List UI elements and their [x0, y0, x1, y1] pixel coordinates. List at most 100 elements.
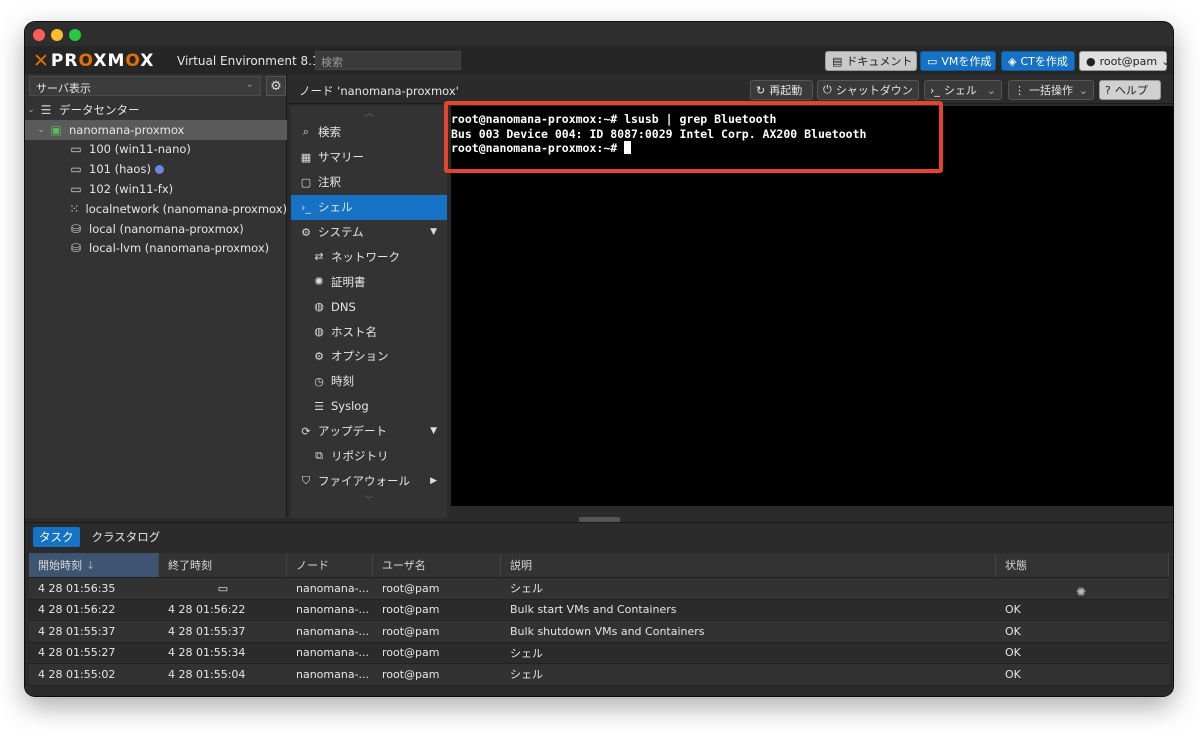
- col-user[interactable]: ユーザ名: [373, 553, 501, 577]
- create-ct-button[interactable]: ◈ CTを作成: [1001, 51, 1075, 71]
- nav-time[interactable]: ◷ 時刻: [291, 369, 447, 394]
- tree-item-vm-100[interactable]: ▭ 100 (win11-nano): [25, 140, 287, 160]
- nav-summary-label: サマリー: [318, 150, 364, 165]
- create-vm-button[interactable]: ▭ VMを作成: [920, 51, 996, 71]
- cell-user: root@pam: [382, 646, 440, 660]
- table-row[interactable]: 4 28 01:55:37 4 28 01:55:37 nanomana-...…: [29, 621, 1169, 643]
- top-header: ✕ PROXMOX Virtual Environment 8.1.4 検索 ▤…: [25, 46, 1173, 74]
- tab-tasks[interactable]: タスク: [33, 527, 80, 547]
- view-select[interactable]: サーバ表示 ⌄: [29, 76, 261, 96]
- nav-dns[interactable]: ◍ DNS: [291, 294, 447, 319]
- col-status[interactable]: 状態: [996, 553, 1169, 577]
- docs-button[interactable]: ▤ ドキュメント: [825, 51, 917, 71]
- close-window-button[interactable]: [33, 29, 45, 41]
- nav-hostname[interactable]: ◍ ホスト名: [291, 319, 447, 344]
- nav-search[interactable]: ⌕ 検索: [291, 120, 447, 145]
- cell-start: 4 28 01:56:35: [38, 581, 116, 595]
- restart-button[interactable]: ↻ 再起動: [750, 80, 813, 100]
- terminal-icon: ›_: [930, 83, 940, 97]
- table-row[interactable]: 4 28 01:55:27 4 28 01:55:34 nanomana-...…: [29, 642, 1169, 664]
- shutdown-button[interactable]: ⏻ シャットダウン: [817, 80, 919, 100]
- monitor-icon: ▭: [217, 581, 229, 595]
- nav-updates[interactable]: ⟳ アップデート ▼: [291, 419, 447, 444]
- tab-cluster-log[interactable]: クラスタログ: [86, 527, 167, 547]
- version-label: Virtual Environment 8.1.4: [177, 54, 331, 68]
- gears-icon: ⚙: [301, 225, 311, 239]
- col-node[interactable]: ノード: [287, 553, 373, 577]
- vm-100-label: 100 (win11-nano): [89, 142, 191, 157]
- tree-item-node[interactable]: ⌄ ▣ nanomana-proxmox: [25, 119, 287, 140]
- tree-item-datacenter[interactable]: ⌄ ☰ データセンター: [25, 100, 287, 120]
- tree-item-vm-101[interactable]: ▭ 101 (haos): [25, 159, 287, 179]
- col-start-label: 開始時刻: [38, 559, 82, 572]
- table-row[interactable]: 4 28 01:55:02 4 28 01:55:04 nanomana-...…: [29, 664, 1169, 686]
- globe-icon: ◍: [314, 325, 324, 339]
- caret-down-icon[interactable]: ▼: [430, 426, 437, 436]
- cell-user: root@pam: [382, 624, 440, 638]
- nav-updates-label: アップデート: [318, 424, 387, 439]
- cell-end: ▭: [159, 582, 287, 595]
- chevron-down-icon[interactable]: ⌄: [25, 105, 37, 115]
- proxmox-window: ✕ PROXMOX Virtual Environment 8.1.4 検索 ▤…: [25, 22, 1173, 696]
- nav-hostname-label: ホスト名: [331, 324, 377, 339]
- bottom-tabs: タスク クラスタログ: [33, 527, 166, 549]
- nav-system[interactable]: ⚙ システム ▼: [291, 220, 447, 245]
- node-nav-menu: ︿ ⌕ 検索 ▦ サマリー ▢ 注釈 ›_ シェル ⚙ システム ▼ ⇄ ネットワーク ✺ 証明…: [291, 106, 447, 518]
- cell-start: 4 28 01:55:27: [38, 646, 116, 660]
- nav-syslog[interactable]: ☰ Syslog: [291, 394, 447, 419]
- table-row[interactable]: 4 28 01:56:35 ▭ nanomana-... root@pam シェ…: [29, 578, 1169, 600]
- create-vm-label: VMを作成: [941, 55, 992, 68]
- nav-repositories[interactable]: ⧉ リポジトリ: [291, 444, 447, 469]
- nav-options[interactable]: ⚙ オプション: [291, 344, 447, 369]
- zoom-window-button[interactable]: [69, 29, 81, 41]
- tree-item-localnetwork[interactable]: ⁙ localnetwork (nanomana-proxmox): [25, 199, 287, 219]
- proxmox-logo: ✕ PROXMOX: [33, 50, 154, 72]
- shell-button[interactable]: ›_ シェル ⌄: [924, 80, 1002, 100]
- resource-tree: ⌄ ☰ データセンター ⌄ ▣ nanomana-proxmox ▭ 100 (…: [25, 100, 287, 258]
- table-row[interactable]: 4 28 01:56:22 4 28 01:56:22 nanomana-...…: [29, 599, 1169, 621]
- refresh-icon: ⟳: [301, 424, 311, 438]
- resource-tree-panel: サーバ表示 ⌄ ⚙ ⌄ ☰ データセンター ⌄ ▣ nanomana-proxm…: [25, 74, 287, 518]
- tree-item-local-storage[interactable]: ⛁ local (nanomana-proxmox): [25, 219, 287, 239]
- tree-item-vm-102[interactable]: ▭ 102 (win11-fx): [25, 179, 287, 199]
- minimize-window-button[interactable]: [51, 29, 63, 41]
- chevron-down-icon[interactable]: ﹀: [291, 493, 447, 507]
- search-icon: ⌕: [302, 125, 310, 139]
- search-input[interactable]: 検索: [315, 51, 461, 70]
- nav-notes[interactable]: ▢ 注釈: [291, 170, 447, 195]
- nav-shell[interactable]: ›_ シェル: [291, 194, 447, 220]
- tree-item-local-lvm[interactable]: ⛁ local-lvm (nanomana-proxmox): [25, 239, 287, 259]
- nav-system-label: システム: [318, 225, 364, 239]
- chevron-up-icon[interactable]: ︿: [291, 106, 447, 120]
- user-menu-button[interactable]: ● root@pam ⌄: [1079, 51, 1170, 71]
- caret-down-icon[interactable]: ▼: [430, 227, 437, 237]
- tree-settings-button[interactable]: ⚙: [266, 76, 286, 96]
- col-start-time[interactable]: 開始時刻 ↓: [29, 553, 159, 577]
- shutdown-label: シャットダウン: [835, 84, 913, 97]
- col-end-time[interactable]: 終了時刻: [159, 553, 287, 577]
- nav-certificates[interactable]: ✺ 証明書: [291, 269, 447, 294]
- user-label: root@pam: [1099, 54, 1158, 68]
- caret-right-icon[interactable]: ▶: [430, 476, 437, 486]
- shield-icon: ⛉: [301, 473, 311, 487]
- help-button[interactable]: ? ヘルプ: [1099, 80, 1161, 100]
- cell-user: root@pam: [382, 603, 440, 617]
- cell-node: nanomana-...: [296, 603, 370, 617]
- cell-node: nanomana-...: [296, 646, 370, 660]
- nav-summary[interactable]: ▦ サマリー: [291, 145, 447, 170]
- datacenter-label: データセンター: [59, 102, 140, 117]
- docs-label: ドキュメント: [846, 55, 913, 68]
- nav-firewall[interactable]: ⛉ ファイアウォール ▶: [291, 468, 447, 493]
- proxmox-x-icon: ✕: [33, 50, 49, 72]
- highlight-box: [444, 101, 943, 173]
- bulk-actions-button[interactable]: ⋮ 一括操作 ⌄: [1008, 80, 1094, 100]
- nav-search-label: 検索: [318, 125, 341, 140]
- restart-icon: ↻: [756, 83, 766, 97]
- chevron-down-icon[interactable]: ⌄: [35, 125, 47, 135]
- task-grid-header: 開始時刻 ↓ 終了時刻 ノード ユーザ名 説明 状態: [29, 553, 1169, 578]
- nav-network[interactable]: ⇄ ネットワーク: [291, 244, 447, 269]
- nav-time-label: 時刻: [331, 374, 354, 389]
- exchange-icon: ⇄: [314, 250, 324, 264]
- col-description[interactable]: 説明: [501, 553, 996, 577]
- monitor-icon: ▭: [70, 142, 82, 157]
